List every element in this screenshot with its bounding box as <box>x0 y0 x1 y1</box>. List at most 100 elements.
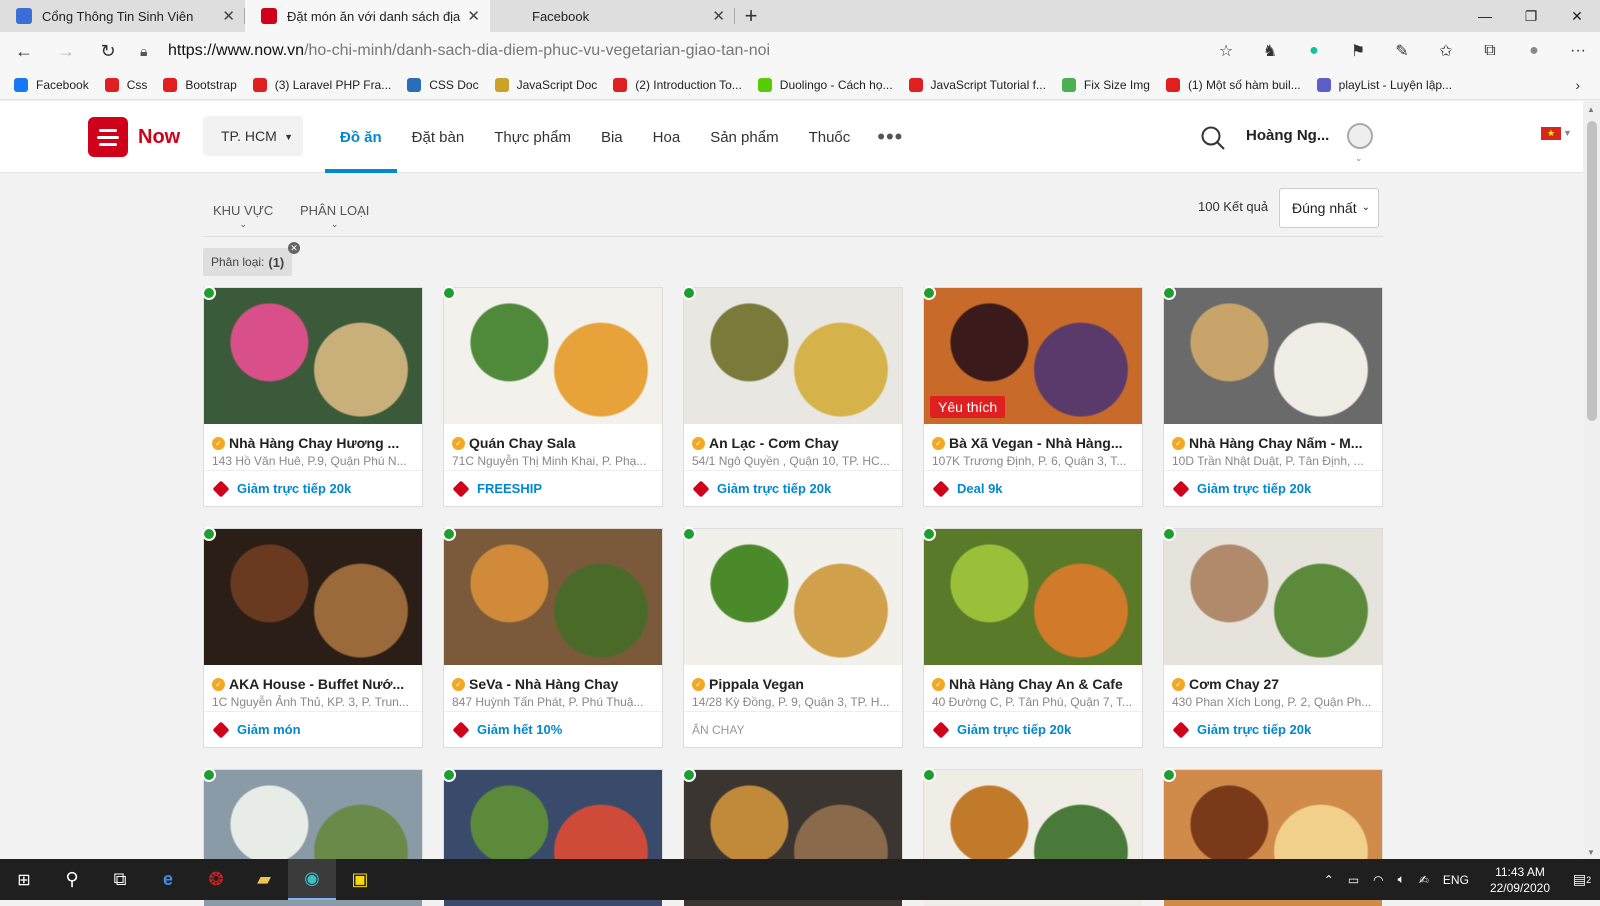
restaurant-card[interactable]: ✓ Nhà Hàng Chay An & Cafe 40 Đường C, P. T… <box>922 527 1143 748</box>
collections-icon[interactable]: ⧉ <box>1468 42 1512 60</box>
forward-button[interactable]: → <box>48 35 84 67</box>
favorites-icon[interactable]: ✩ <box>1424 41 1468 61</box>
restaurant-photo[interactable] <box>444 529 662 665</box>
bookmark-item[interactable]: Css <box>104 77 147 92</box>
tab-now[interactable]: Đặt món ăn với danh sách địa điểm ✕ <box>245 0 490 32</box>
close-icon[interactable]: ✕ <box>712 7 725 25</box>
restaurant-name[interactable]: ✓ An Lạc - Cơm Chay <box>684 424 902 451</box>
scroll-down-icon[interactable]: ▼ <box>1587 848 1595 857</box>
restaurant-photo[interactable] <box>204 288 422 424</box>
restaurant-photo[interactable] <box>204 529 422 665</box>
restaurant-name[interactable]: ✓ Nhà Hàng Chay Hương ... <box>204 424 422 451</box>
more-menu-icon[interactable]: ··· <box>1556 42 1600 60</box>
tab-student-portal[interactable]: Cổng Thông Tin Sinh Viên ✕ <box>0 0 245 32</box>
chevron-up-icon[interactable]: ⌃ <box>1324 873 1334 887</box>
grammarly-icon[interactable]: ● <box>1292 42 1336 60</box>
game-app-icon[interactable]: ❂ <box>192 859 240 900</box>
menu-item[interactable]: Sản phẩm <box>695 101 793 173</box>
minimize-button[interactable]: — <box>1462 0 1508 32</box>
menu-item[interactable]: Hoa <box>638 101 696 173</box>
menu-item[interactable]: Đồ ăn <box>325 101 397 173</box>
restaurant-name[interactable]: ✓ Bà Xã Vegan - Nhà Hàng... <box>924 424 1142 451</box>
bookmark-item[interactable]: Bootstrap <box>163 77 237 92</box>
remove-filter-icon[interactable]: ✕ <box>288 242 300 254</box>
restaurant-photo[interactable] <box>684 288 902 424</box>
restaurant-card[interactable]: ✓ An Lạc - Cơm Chay 54/1 Ngô Quyền , Quận … <box>682 286 903 507</box>
menu-item[interactable]: Thực phẩm <box>479 101 586 173</box>
windows-start-icon[interactable]: ⊞ <box>0 859 48 900</box>
city-select[interactable]: TP. HCM ▼ <box>203 116 303 156</box>
bookmark-item[interactable]: CSS Doc <box>407 77 479 92</box>
avatar[interactable] <box>1347 123 1373 149</box>
menu-item[interactable]: Đặt bàn <box>397 101 480 173</box>
bookmark-item[interactable]: (1) Một số hàm buil... <box>1165 77 1301 92</box>
category-filter[interactable]: PHÂN LOẠI ⌄ <box>300 203 369 229</box>
favorite-star-icon[interactable]: ☆ <box>1204 41 1248 61</box>
search-icon[interactable] <box>1200 125 1226 151</box>
close-window-button[interactable]: ✕ <box>1554 0 1600 32</box>
restaurant-card[interactable]: ✓ SeVa - Nhà Hàng Chay 847 Huỳnh Tấn Phát,… <box>442 527 663 748</box>
bookmark-item[interactable]: playList - Luyện lập... <box>1316 77 1452 92</box>
close-icon[interactable]: ✕ <box>222 7 235 25</box>
restaurant-name[interactable]: ✓ Pippala Vegan <box>684 665 902 692</box>
area-filter[interactable]: KHU VỰC ⌄ <box>213 203 273 229</box>
bookmark-item[interactable]: Fix Size Img <box>1061 77 1150 92</box>
wifi-icon[interactable]: ◠ <box>1373 873 1383 887</box>
notification-center-icon[interactable]: ▤ 2 <box>1564 859 1600 900</box>
restaurant-card[interactable] <box>202 768 423 906</box>
extension-icon[interactable]: ⚑ <box>1336 41 1380 61</box>
restaurant-card[interactable]: ✓ AKA House - Buffet Nướ... 1C Nguyễn Ảnh … <box>202 527 423 748</box>
sort-select[interactable]: Đúng nhất ⌄ <box>1279 188 1379 228</box>
chevron-down-icon[interactable]: ⌄ <box>1355 153 1363 164</box>
restaurant-card[interactable]: ✓ Nhà Hàng Chay Nấm - M... 10D Trần Nhật D… <box>1162 286 1383 507</box>
bookmark-item[interactable]: Duolingo - Cách họ... <box>757 77 893 92</box>
now-logo[interactable]: Now <box>88 117 180 157</box>
file-explorer-icon[interactable]: ▰ <box>240 859 288 900</box>
bookmark-item[interactable]: JavaScript Doc <box>494 77 597 92</box>
eyedropper-icon[interactable]: ✎ <box>1380 41 1424 61</box>
bookmark-item[interactable]: (3) Laravel PHP Fra... <box>252 77 391 92</box>
restaurant-card[interactable]: ✓ Cơm Chay 27 430 Phan Xích Long, P. 2, Qu… <box>1162 527 1383 748</box>
restaurant-card[interactable]: ✓ Nhà Hàng Chay Hương ... 143 Hồ Văn Huê, … <box>202 286 423 507</box>
restaurant-card[interactable] <box>682 768 903 906</box>
task-view-icon[interactable]: ⧉ <box>96 859 144 900</box>
bookmark-item[interactable]: Facebook <box>14 77 89 92</box>
restaurant-name[interactable]: ✓ AKA House - Buffet Nướ... <box>204 665 422 692</box>
restaurant-name[interactable]: ✓ SeVa - Nhà Hàng Chay <box>444 665 662 692</box>
caret-down-icon[interactable]: ▼ <box>1563 128 1572 138</box>
scroll-up-icon[interactable]: ▲ <box>1587 105 1595 114</box>
menu-item[interactable]: Bia <box>586 101 638 173</box>
restaurant-photo[interactable] <box>1164 529 1382 665</box>
vietnam-flag-icon[interactable]: ★ <box>1541 127 1561 140</box>
extension-icon[interactable]: ♞ <box>1248 41 1292 61</box>
scroll-thumb[interactable] <box>1587 121 1597 421</box>
bookmark-item[interactable]: (2) Introduction To... <box>613 77 742 92</box>
menu-item[interactable]: Thuốc <box>794 101 866 173</box>
pen-icon[interactable]: ✍ <box>1419 873 1429 887</box>
refresh-button[interactable]: ↻ <box>90 35 126 67</box>
restaurant-card[interactable] <box>1162 768 1383 906</box>
app-icon[interactable]: ▣ <box>336 859 384 900</box>
language-indicator[interactable]: ENG <box>1443 873 1469 887</box>
restaurant-name[interactable]: ✓ Cơm Chay 27 <box>1164 665 1382 692</box>
restaurant-photo[interactable]: Yêu thích <box>924 288 1142 424</box>
profile-icon[interactable]: ● <box>1512 42 1556 60</box>
back-button[interactable]: ← <box>6 35 42 67</box>
restaurant-card[interactable] <box>442 768 663 906</box>
battery-icon[interactable]: ▭ <box>1348 873 1359 887</box>
edge-legacy-icon[interactable]: e <box>144 859 192 900</box>
search-icon[interactable]: ⚲ <box>48 859 96 900</box>
edge-browser-icon[interactable]: ◉ <box>288 859 336 900</box>
restaurant-card[interactable]: Yêu thích ✓ Bà Xã Vegan - Nhà Hàng... 107K … <box>922 286 1143 507</box>
maximize-button[interactable]: ❐ <box>1508 0 1554 32</box>
restaurant-photo[interactable] <box>444 288 662 424</box>
user-name[interactable]: Hoàng Ng... <box>1246 127 1329 144</box>
volume-icon[interactable]: 🔈︎ <box>1398 872 1405 887</box>
url-field[interactable]: 🔒︎ https://www.now.vn/ho-chi-minh/danh-s… <box>140 36 1190 66</box>
tab-facebook[interactable]: Facebook ✕ <box>490 0 735 32</box>
clock[interactable]: 11:43 AM 22/09/2020 <box>1490 864 1550 896</box>
page-scrollbar[interactable]: ▲ ▼ <box>1583 101 1600 859</box>
restaurant-name[interactable]: ✓ Nhà Hàng Chay An & Cafe <box>924 665 1142 692</box>
restaurant-card[interactable]: ✓ Pippala Vegan 14/28 Kỳ Đồng, P. 9, Quận … <box>682 527 903 748</box>
restaurant-name[interactable]: ✓ Quán Chay Sala <box>444 424 662 451</box>
